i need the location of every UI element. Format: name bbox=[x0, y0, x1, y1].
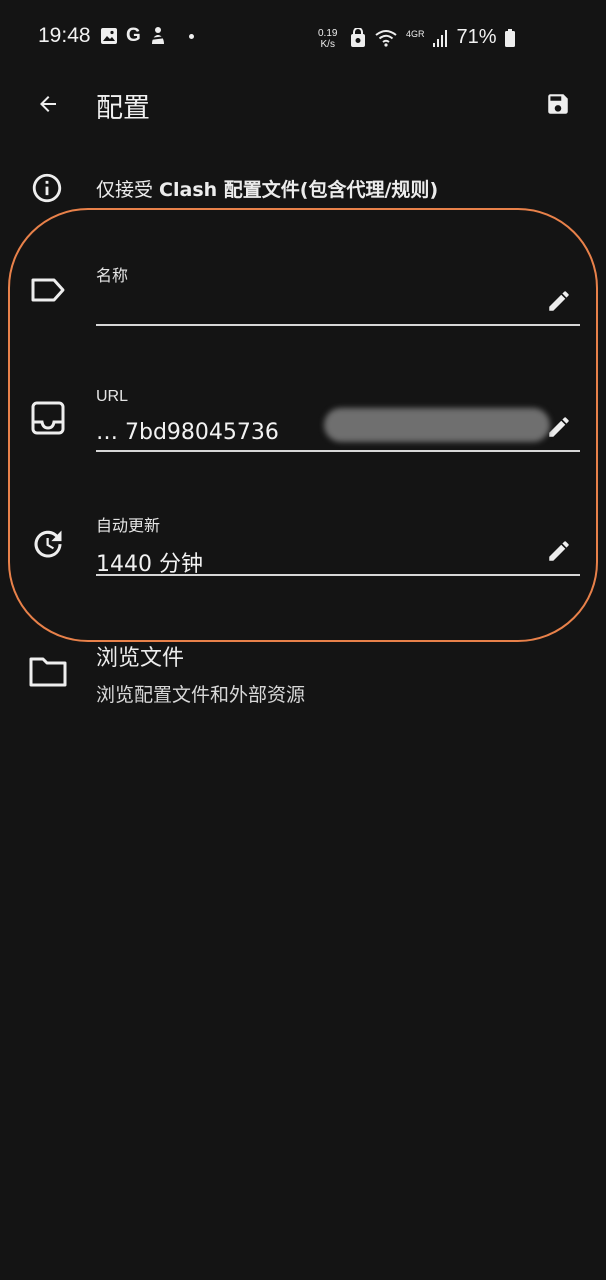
url-redaction-blur bbox=[324, 408, 550, 442]
pencil-icon bbox=[546, 414, 572, 444]
name-underline bbox=[96, 324, 580, 326]
status-left-icons: G bbox=[100, 26, 194, 46]
label-tag-icon bbox=[30, 276, 66, 308]
notification-dot bbox=[188, 33, 194, 39]
edit-auto-update-button[interactable] bbox=[544, 538, 574, 568]
figure-icon bbox=[149, 26, 167, 46]
info-icon bbox=[30, 171, 64, 209]
folder-icon bbox=[28, 654, 68, 692]
name-label: 名称 bbox=[96, 268, 129, 285]
auto-update-field[interactable]: 自动更新 1440 分钟 bbox=[0, 490, 606, 590]
status-right-icons: 4GR 71% bbox=[350, 26, 515, 49]
status-time: 19:48 bbox=[38, 24, 91, 47]
auto-update-underline bbox=[96, 574, 580, 576]
update-clock-icon bbox=[30, 526, 66, 566]
battery-level: 71% bbox=[456, 26, 497, 48]
network-speed: 0.19 K/s bbox=[318, 28, 338, 50]
browse-files-subtitle: 浏览配置文件和外部资源 bbox=[96, 684, 306, 706]
network-type: 4GR bbox=[406, 28, 425, 39]
pencil-icon bbox=[546, 538, 572, 568]
save-button[interactable] bbox=[540, 88, 576, 124]
back-button[interactable] bbox=[30, 88, 66, 124]
status-bar: 19:48 G 0.19 K/s 4GR 71% bbox=[0, 0, 606, 76]
inbox-icon bbox=[30, 400, 66, 440]
edit-name-button[interactable] bbox=[544, 288, 574, 318]
app-bar: 配置 bbox=[0, 76, 606, 136]
browse-files-title: 浏览文件 bbox=[96, 646, 185, 671]
url-label: URL bbox=[96, 388, 129, 405]
name-field[interactable]: 名称 bbox=[0, 240, 606, 340]
info-text: 仅接受 Clash 配置文件(包含代理/规则) bbox=[96, 179, 439, 201]
auto-update-label: 自动更新 bbox=[96, 518, 161, 535]
signal-icon bbox=[432, 29, 447, 47]
vpn-lock-icon bbox=[350, 27, 366, 48]
info-notice: 仅接受 Clash 配置文件(包含代理/规则) bbox=[0, 165, 606, 211]
url-underline bbox=[96, 450, 580, 452]
floppy-disk-icon bbox=[545, 91, 571, 121]
browse-files-item[interactable]: 浏览文件 浏览配置文件和外部资源 bbox=[0, 636, 606, 716]
pencil-icon bbox=[546, 288, 572, 318]
google-icon: G bbox=[126, 25, 141, 46]
gallery-icon bbox=[100, 27, 118, 45]
wifi-icon bbox=[374, 28, 398, 48]
battery-icon bbox=[504, 28, 515, 47]
arrow-left-icon bbox=[36, 92, 60, 120]
page-title: 配置 bbox=[96, 93, 150, 124]
